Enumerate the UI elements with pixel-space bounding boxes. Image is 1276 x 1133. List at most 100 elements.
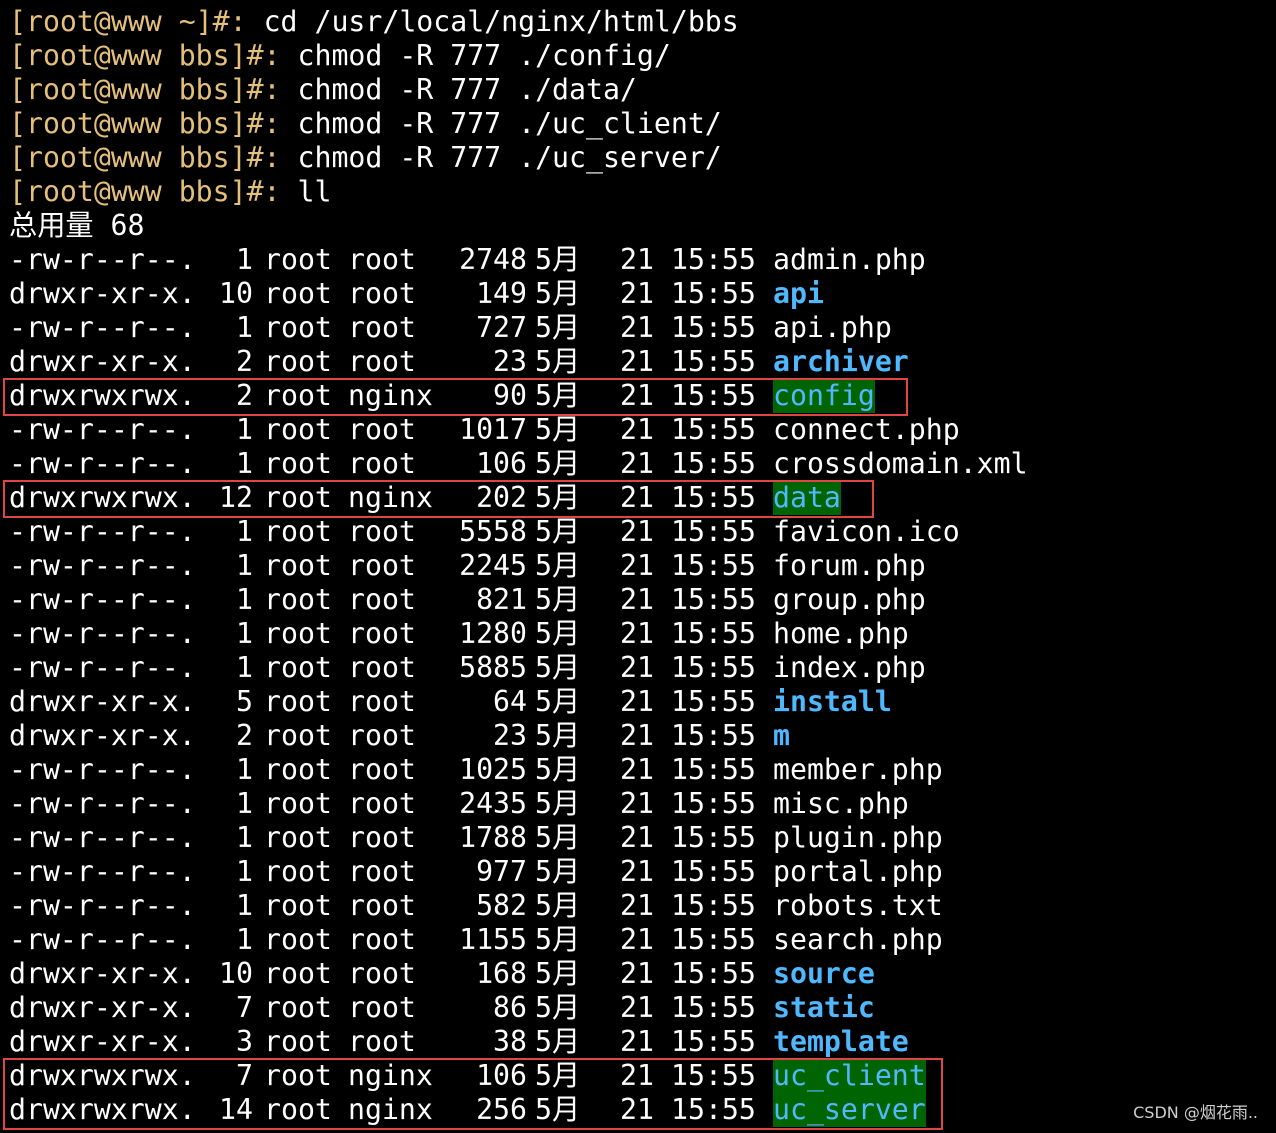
total-line: 总用量 68 <box>9 209 145 242</box>
listing-perm: drwxr-xr-x. <box>9 719 196 752</box>
listing-links: 1 <box>236 549 253 582</box>
command-line: [root@www bbs]#: chmod -R 777 ./uc_serve… <box>9 141 722 175</box>
listing-row: -rw-r--r--. 1 root root 1280 5月 21 15:55 home.ph… <box>9 617 1109 651</box>
listing-time: 15:55 <box>671 991 756 1024</box>
listing-day: 21 <box>620 447 654 480</box>
listing-links: 1 <box>236 583 253 616</box>
listing-month: 5月 <box>535 651 581 684</box>
listing-size: 821 <box>476 583 527 616</box>
listing-month: 5月 <box>535 957 581 990</box>
shell-command: chmod -R 777 ./uc_client/ <box>280 107 722 140</box>
listing-month: 5月 <box>535 617 581 650</box>
listing-owner: root <box>264 787 332 820</box>
terminal-window[interactable]: [root@www ~]#: cd /usr/local/nginx/html/… <box>0 0 1276 1133</box>
listing-perm: -rw-r--r--. <box>9 447 196 480</box>
listing-month: 5月 <box>535 243 581 276</box>
listing-row: -rw-r--r--. 1 root root 5885 5月 21 15:55 index.p… <box>9 651 1109 685</box>
listing-group: root <box>348 617 416 650</box>
listing-perm: -rw-r--r--. <box>9 413 196 446</box>
listing-row: -rw-r--r--. 1 root root 106 5月 21 15:55 crossdom… <box>9 447 1109 481</box>
listing-size: 5885 <box>459 651 527 684</box>
shell-command: ll <box>280 175 332 208</box>
listing-row: drwxr-xr-x. 5 root root 64 5月 21 15:55 install <box>9 685 1109 719</box>
listing-row: -rw-r--r--. 1 root root 2245 5月 21 15:55 forum.p… <box>9 549 1109 583</box>
listing-owner: root <box>264 413 332 446</box>
listing-group: root <box>348 515 416 548</box>
listing-links: 1 <box>236 617 253 650</box>
highlight-box <box>3 480 874 518</box>
listing-name: api <box>773 277 824 310</box>
listing-links: 1 <box>236 787 253 820</box>
listing-size: 2435 <box>459 787 527 820</box>
shell-prompt: [root@www bbs]#: <box>9 73 281 106</box>
listing-size: 1017 <box>459 413 527 446</box>
listing-month: 5月 <box>535 447 581 480</box>
listing-perm: -rw-r--r--. <box>9 617 196 650</box>
listing-month: 5月 <box>535 311 581 344</box>
listing-group: root <box>348 787 416 820</box>
listing-month: 5月 <box>535 923 581 956</box>
listing-row: drwxr-xr-x. 7 root root 86 5月 21 15:55 static <box>9 991 1109 1025</box>
listing-name: m <box>773 719 790 752</box>
shell-prompt: [root@www bbs]#: <box>9 107 281 140</box>
shell-prompt: [root@www bbs]#: <box>9 39 281 72</box>
listing-owner: root <box>264 1025 332 1058</box>
listing-perm: drwxr-xr-x. <box>9 685 196 718</box>
listing-day: 21 <box>620 243 654 276</box>
listing-group: root <box>348 243 416 276</box>
listing-owner: root <box>264 583 332 616</box>
listing-size: 168 <box>476 957 527 990</box>
listing-group: root <box>348 277 416 310</box>
listing-perm: -rw-r--r--. <box>9 889 196 922</box>
listing-name: home.php <box>773 617 909 650</box>
listing-name: robots.txt <box>773 889 943 922</box>
listing-owner: root <box>264 719 332 752</box>
listing-name: connect.php <box>773 413 960 446</box>
listing-size: 1025 <box>459 753 527 786</box>
listing-links: 1 <box>236 753 253 786</box>
listing-owner: root <box>264 923 332 956</box>
listing-time: 15:55 <box>671 957 756 990</box>
listing-day: 21 <box>620 583 654 616</box>
listing-name: misc.php <box>773 787 909 820</box>
listing-row: -rw-r--r--. 1 root root 2435 5月 21 15:55 misc.ph… <box>9 787 1109 821</box>
listing-size: 1788 <box>459 821 527 854</box>
listing-group: root <box>348 957 416 990</box>
listing-name: favicon.ico <box>773 515 960 548</box>
listing-links: 1 <box>236 447 253 480</box>
listing-owner: root <box>264 889 332 922</box>
listing-time: 15:55 <box>671 447 756 480</box>
listing-owner: root <box>264 243 332 276</box>
listing-month: 5月 <box>535 685 581 718</box>
listing-month: 5月 <box>535 549 581 582</box>
listing-perm: drwxr-xr-x. <box>9 991 196 1024</box>
listing-name: archiver <box>773 345 909 378</box>
listing-links: 3 <box>236 1025 253 1058</box>
listing-perm: -rw-r--r--. <box>9 243 196 276</box>
listing-day: 21 <box>620 889 654 922</box>
listing-links: 2 <box>236 345 253 378</box>
listing-perm: -rw-r--r--. <box>9 821 196 854</box>
listing-group: root <box>348 889 416 922</box>
listing-day: 21 <box>620 821 654 854</box>
listing-name: install <box>773 685 892 718</box>
listing-day: 21 <box>620 413 654 446</box>
listing-name: crossdomain.xml <box>773 447 1028 480</box>
listing-day: 21 <box>620 753 654 786</box>
shell-command: chmod -R 777 ./data/ <box>280 73 637 106</box>
listing-month: 5月 <box>535 345 581 378</box>
listing-name: portal.php <box>773 855 943 888</box>
listing-time: 15:55 <box>671 277 756 310</box>
listing-day: 21 <box>620 549 654 582</box>
listing-month: 5月 <box>535 821 581 854</box>
listing-month: 5月 <box>535 991 581 1024</box>
listing-group: root <box>348 685 416 718</box>
listing-perm: drwxr-xr-x. <box>9 1025 196 1058</box>
listing-group: root <box>348 447 416 480</box>
command-line: [root@www ~]#: cd /usr/local/nginx/html/… <box>9 5 739 39</box>
listing-owner: root <box>264 685 332 718</box>
listing-month: 5月 <box>535 277 581 310</box>
listing-links: 10 <box>219 957 253 990</box>
listing-row: drwxr-xr-x. 10 root root 168 5月 21 15:55 source <box>9 957 1109 991</box>
listing-day: 21 <box>620 855 654 888</box>
